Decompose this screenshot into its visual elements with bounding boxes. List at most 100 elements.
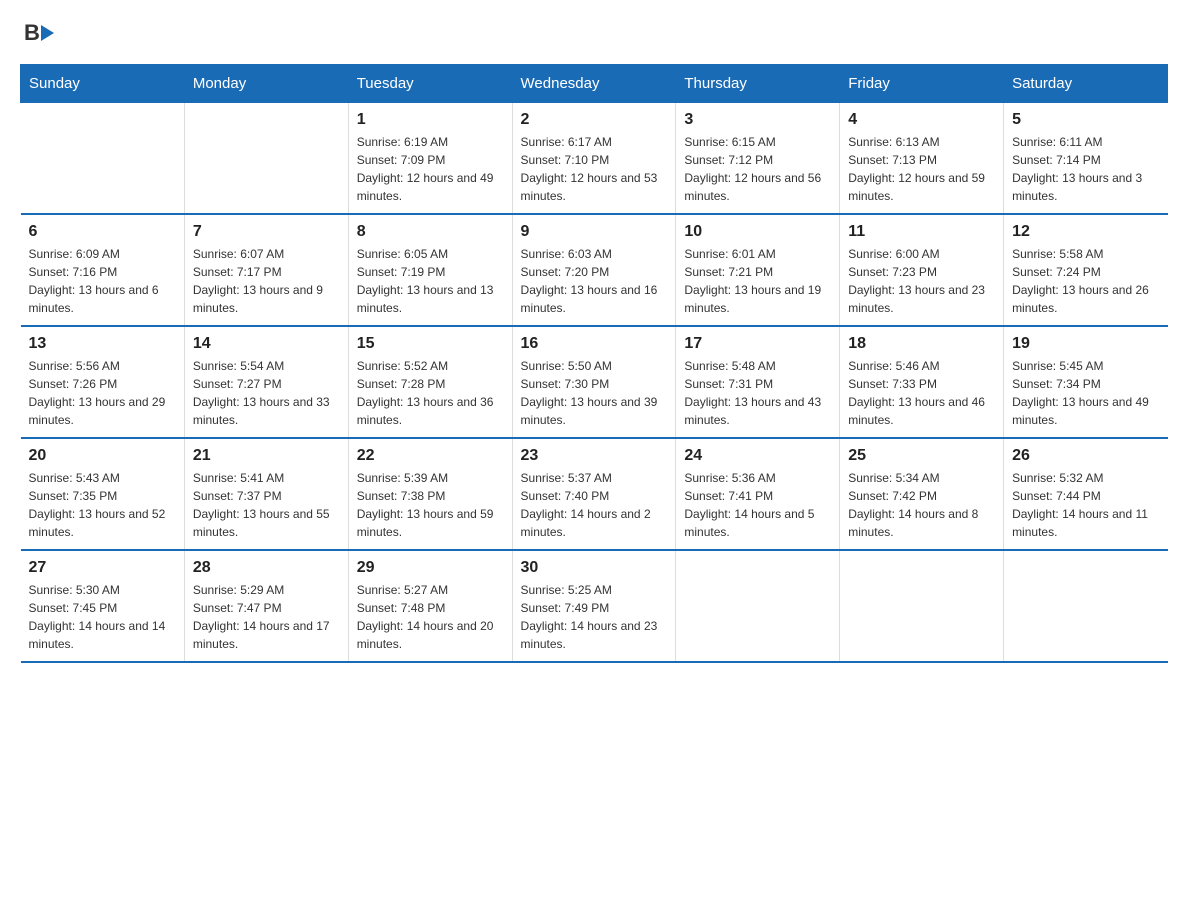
- cell-5-3: 29 Sunrise: 5:27 AMSunset: 7:48 PMDayligh…: [348, 550, 512, 662]
- col-friday: Friday: [840, 65, 1004, 103]
- col-wednesday: Wednesday: [512, 65, 676, 103]
- day-info: Sunrise: 6:05 AMSunset: 7:19 PMDaylight:…: [357, 245, 504, 317]
- col-sunday: Sunday: [21, 65, 185, 103]
- cell-4-1: 20 Sunrise: 5:43 AMSunset: 7:35 PMDayligh…: [21, 438, 185, 550]
- page-header: B: [20, 20, 1168, 44]
- week-row-5: 27 Sunrise: 5:30 AMSunset: 7:45 PMDayligh…: [21, 550, 1168, 662]
- cell-4-5: 24 Sunrise: 5:36 AMSunset: 7:41 PMDayligh…: [676, 438, 840, 550]
- day-info: Sunrise: 6:01 AMSunset: 7:21 PMDaylight:…: [684, 245, 831, 317]
- day-info: Sunrise: 5:50 AMSunset: 7:30 PMDaylight:…: [521, 357, 668, 429]
- cell-5-7: [1004, 550, 1168, 662]
- cell-3-1: 13 Sunrise: 5:56 AMSunset: 7:26 PMDayligh…: [21, 326, 185, 438]
- day-number: 7: [193, 223, 340, 241]
- cell-1-5: 3 Sunrise: 6:15 AMSunset: 7:12 PMDaylight…: [676, 103, 840, 215]
- cell-3-5: 17 Sunrise: 5:48 AMSunset: 7:31 PMDayligh…: [676, 326, 840, 438]
- logo-text: B: [20, 20, 54, 44]
- cell-2-7: 12 Sunrise: 5:58 AMSunset: 7:24 PMDayligh…: [1004, 214, 1168, 326]
- calendar-header: Sunday Monday Tuesday Wednesday Thursday…: [21, 65, 1168, 103]
- day-number: 6: [29, 223, 176, 241]
- day-number: 8: [357, 223, 504, 241]
- day-number: 15: [357, 335, 504, 353]
- col-monday: Monday: [184, 65, 348, 103]
- day-info: Sunrise: 5:36 AMSunset: 7:41 PMDaylight:…: [684, 469, 831, 541]
- day-number: 17: [684, 335, 831, 353]
- cell-3-2: 14Sunrise: 5:54 AMSunset: 7:27 PMDayligh…: [184, 326, 348, 438]
- day-number: 19: [1012, 335, 1159, 353]
- cell-4-6: 25 Sunrise: 5:34 AMSunset: 7:42 PMDayligh…: [840, 438, 1004, 550]
- day-number: 4: [848, 111, 995, 129]
- cell-5-5: [676, 550, 840, 662]
- day-number: 10: [684, 223, 831, 241]
- day-info: Sunrise: 6:15 AMSunset: 7:12 PMDaylight:…: [684, 133, 831, 205]
- day-info: Sunrise: 5:46 AMSunset: 7:33 PMDaylight:…: [848, 357, 995, 429]
- day-info: Sunrise: 5:58 AMSunset: 7:24 PMDaylight:…: [1012, 245, 1159, 317]
- day-number: 5: [1012, 111, 1159, 129]
- day-number: 24: [684, 447, 831, 465]
- day-info: Sunrise: 5:37 AMSunset: 7:40 PMDaylight:…: [521, 469, 668, 541]
- cell-3-7: 19 Sunrise: 5:45 AMSunset: 7:34 PMDayligh…: [1004, 326, 1168, 438]
- col-saturday: Saturday: [1004, 65, 1168, 103]
- cell-1-6: 4 Sunrise: 6:13 AMSunset: 7:13 PMDaylight…: [840, 103, 1004, 215]
- cell-5-1: 27 Sunrise: 5:30 AMSunset: 7:45 PMDayligh…: [21, 550, 185, 662]
- cell-2-1: 6 Sunrise: 6:09 AMSunset: 7:16 PMDaylight…: [21, 214, 185, 326]
- col-thursday: Thursday: [676, 65, 840, 103]
- cell-5-6: [840, 550, 1004, 662]
- cell-4-2: 21Sunrise: 5:41 AMSunset: 7:37 PMDayligh…: [184, 438, 348, 550]
- cell-1-2: [184, 103, 348, 215]
- day-info: Sunrise: 5:45 AMSunset: 7:34 PMDaylight:…: [1012, 357, 1159, 429]
- day-info: Sunrise: 5:52 AMSunset: 7:28 PMDaylight:…: [357, 357, 504, 429]
- day-info: Sunrise: 5:43 AMSunset: 7:35 PMDaylight:…: [29, 469, 176, 541]
- day-info: Sunrise: 5:41 AMSunset: 7:37 PMDaylight:…: [193, 469, 340, 541]
- day-info: Sunrise: 6:17 AMSunset: 7:10 PMDaylight:…: [521, 133, 668, 205]
- day-info: Sunrise: 5:34 AMSunset: 7:42 PMDaylight:…: [848, 469, 995, 541]
- day-number: 3: [684, 111, 831, 129]
- week-row-1: 1Sunrise: 6:19 AMSunset: 7:09 PMDaylight…: [21, 103, 1168, 215]
- cell-4-7: 26Sunrise: 5:32 AMSunset: 7:44 PMDayligh…: [1004, 438, 1168, 550]
- header-row: Sunday Monday Tuesday Wednesday Thursday…: [21, 65, 1168, 103]
- cell-3-6: 18 Sunrise: 5:46 AMSunset: 7:33 PMDayligh…: [840, 326, 1004, 438]
- day-info: Sunrise: 5:56 AMSunset: 7:26 PMDaylight:…: [29, 357, 176, 429]
- day-info: Sunrise: 5:29 AMSunset: 7:47 PMDaylight:…: [193, 581, 340, 653]
- day-info: Sunrise: 6:13 AMSunset: 7:13 PMDaylight:…: [848, 133, 995, 205]
- cell-3-3: 15 Sunrise: 5:52 AMSunset: 7:28 PMDayligh…: [348, 326, 512, 438]
- day-info: Sunrise: 6:00 AMSunset: 7:23 PMDaylight:…: [848, 245, 995, 317]
- day-info: Sunrise: 6:03 AMSunset: 7:20 PMDaylight:…: [521, 245, 668, 317]
- day-number: 16: [521, 335, 668, 353]
- day-info: Sunrise: 5:48 AMSunset: 7:31 PMDaylight:…: [684, 357, 831, 429]
- logo-b: B: [24, 20, 40, 46]
- day-number: 29: [357, 559, 504, 577]
- day-info: Sunrise: 5:39 AMSunset: 7:38 PMDaylight:…: [357, 469, 504, 541]
- col-tuesday: Tuesday: [348, 65, 512, 103]
- day-info: Sunrise: 6:11 AMSunset: 7:14 PMDaylight:…: [1012, 133, 1159, 205]
- day-number: 18: [848, 335, 995, 353]
- cell-5-4: 30Sunrise: 5:25 AMSunset: 7:49 PMDayligh…: [512, 550, 676, 662]
- cell-1-4: 2 Sunrise: 6:17 AMSunset: 7:10 PMDaylight…: [512, 103, 676, 215]
- day-number: 30: [521, 559, 668, 577]
- day-info: Sunrise: 5:30 AMSunset: 7:45 PMDaylight:…: [29, 581, 176, 653]
- day-number: 22: [357, 447, 504, 465]
- day-number: 11: [848, 223, 995, 241]
- week-row-3: 13 Sunrise: 5:56 AMSunset: 7:26 PMDayligh…: [21, 326, 1168, 438]
- day-number: 9: [521, 223, 668, 241]
- cell-1-1: [21, 103, 185, 215]
- day-info: Sunrise: 6:19 AMSunset: 7:09 PMDaylight:…: [357, 133, 504, 205]
- cell-3-4: 16 Sunrise: 5:50 AMSunset: 7:30 PMDayligh…: [512, 326, 676, 438]
- cell-4-3: 22 Sunrise: 5:39 AMSunset: 7:38 PMDayligh…: [348, 438, 512, 550]
- day-number: 26: [1012, 447, 1159, 465]
- day-info: Sunrise: 6:09 AMSunset: 7:16 PMDaylight:…: [29, 245, 176, 317]
- day-number: 12: [1012, 223, 1159, 241]
- day-info: Sunrise: 5:27 AMSunset: 7:48 PMDaylight:…: [357, 581, 504, 653]
- cell-1-7: 5 Sunrise: 6:11 AMSunset: 7:14 PMDaylight…: [1004, 103, 1168, 215]
- day-number: 28: [193, 559, 340, 577]
- day-number: 25: [848, 447, 995, 465]
- calendar-body: 1Sunrise: 6:19 AMSunset: 7:09 PMDaylight…: [21, 103, 1168, 663]
- day-number: 20: [29, 447, 176, 465]
- cell-2-2: 7 Sunrise: 6:07 AMSunset: 7:17 PMDaylight…: [184, 214, 348, 326]
- cell-5-2: 28 Sunrise: 5:29 AMSunset: 7:47 PMDayligh…: [184, 550, 348, 662]
- day-number: 2: [521, 111, 668, 129]
- day-info: Sunrise: 6:07 AMSunset: 7:17 PMDaylight:…: [193, 245, 340, 317]
- day-info: Sunrise: 5:54 AMSunset: 7:27 PMDaylight:…: [193, 357, 340, 429]
- day-number: 23: [521, 447, 668, 465]
- day-number: 13: [29, 335, 176, 353]
- day-number: 27: [29, 559, 176, 577]
